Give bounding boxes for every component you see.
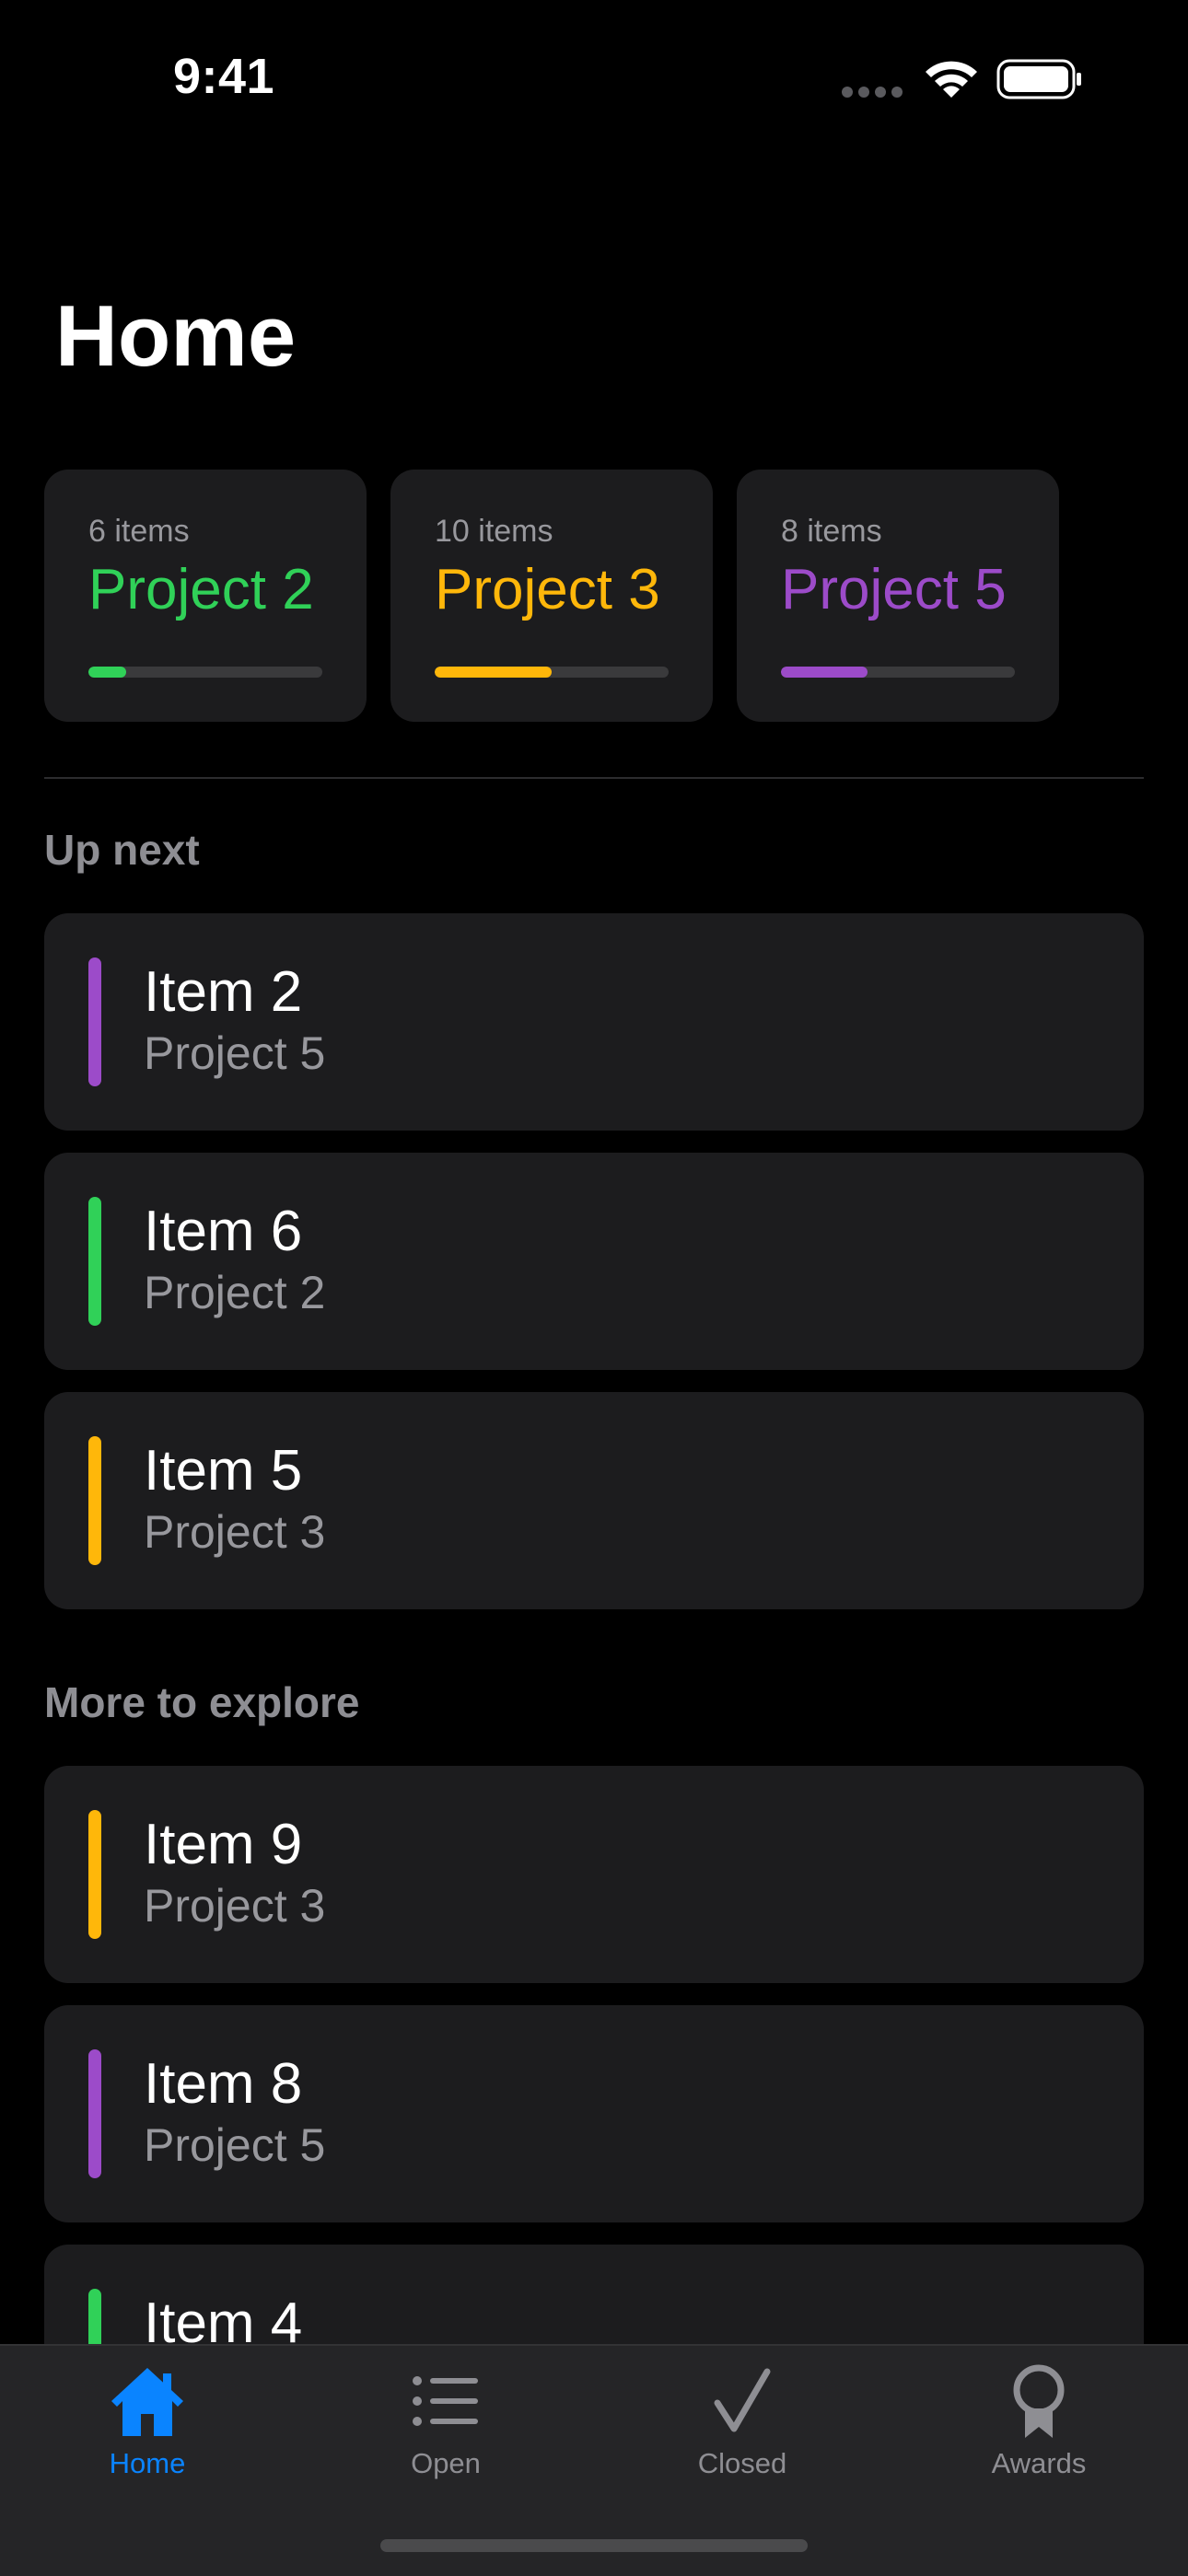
item-project: Project 2 [144, 1267, 326, 1318]
house-icon [111, 2368, 183, 2436]
list-item[interactable]: Item 8 Project 5 [44, 2005, 1144, 2222]
section-divider [44, 777, 1144, 779]
project-item-count: 8 items [781, 514, 882, 549]
project-color-indicator [88, 2049, 101, 2178]
project-card-project-3[interactable]: 10 items Project 3 [390, 470, 713, 722]
status-bar: 9:41 [0, 0, 1188, 157]
cellular-signal-icon [842, 87, 906, 98]
tab-label: Home [109, 2447, 186, 2479]
section-header-more-to-explore: More to explore [44, 1678, 360, 1726]
tab-label: Open [411, 2447, 481, 2479]
project-progress-fill [781, 667, 868, 678]
project-progress-fill [435, 667, 552, 678]
project-progress-bar [781, 667, 1015, 678]
tab-closed[interactable]: Closed [650, 2362, 834, 2491]
tab-home[interactable]: Home [55, 2362, 239, 2491]
project-color-indicator [88, 1436, 101, 1565]
project-color-indicator [88, 957, 101, 1086]
project-item-count: 6 items [88, 514, 190, 549]
list-item[interactable]: Item 2 Project 5 [44, 913, 1144, 1131]
item-project: Project 3 [144, 1880, 326, 1932]
project-card-project-2[interactable]: 6 items Project 2 [44, 470, 367, 722]
project-name: Project 5 [781, 558, 1007, 621]
project-name: Project 2 [88, 558, 314, 621]
item-title: Item 5 [144, 1439, 303, 1503]
battery-icon [996, 59, 1081, 99]
project-progress-bar [88, 667, 322, 678]
project-progress-fill [88, 667, 126, 678]
list-item[interactable]: Item 5 Project 3 [44, 1392, 1144, 1609]
project-progress-bar [435, 667, 669, 678]
tab-label: Awards [991, 2447, 1087, 2479]
tab-label: Closed [697, 2447, 787, 2479]
wifi-icon [926, 61, 977, 98]
project-card-project-5[interactable]: 8 items Project 5 [737, 470, 1059, 722]
list-item[interactable]: Item 6 Project 2 [44, 1153, 1144, 1370]
item-project: Project 5 [144, 1027, 326, 1079]
projects-carousel[interactable]: 6 items Project 2 10 items Project 3 8 i… [44, 470, 1059, 722]
list-icon [413, 2376, 478, 2426]
project-item-count: 10 items [435, 514, 553, 549]
project-name: Project 3 [435, 558, 660, 621]
page-title: Home [55, 287, 297, 384]
project-color-indicator [88, 1810, 101, 1939]
tab-open[interactable]: Open [354, 2362, 538, 2491]
project-color-indicator [88, 1197, 101, 1326]
home-indicator[interactable] [380, 2539, 808, 2552]
item-title: Item 9 [144, 1813, 303, 1876]
status-time: 9:41 [173, 49, 275, 104]
checkmark-icon [714, 2368, 771, 2432]
item-title: Item 2 [144, 960, 303, 1024]
award-icon [1013, 2364, 1065, 2438]
tab-awards[interactable]: Awards [947, 2362, 1131, 2491]
item-title: Item 8 [144, 2052, 303, 2116]
item-project: Project 5 [144, 2119, 326, 2171]
item-title: Item 6 [144, 1200, 303, 1263]
list-item[interactable]: Item 9 Project 3 [44, 1766, 1144, 1983]
section-header-up-next: Up next [44, 826, 200, 874]
item-project: Project 3 [144, 1506, 326, 1558]
